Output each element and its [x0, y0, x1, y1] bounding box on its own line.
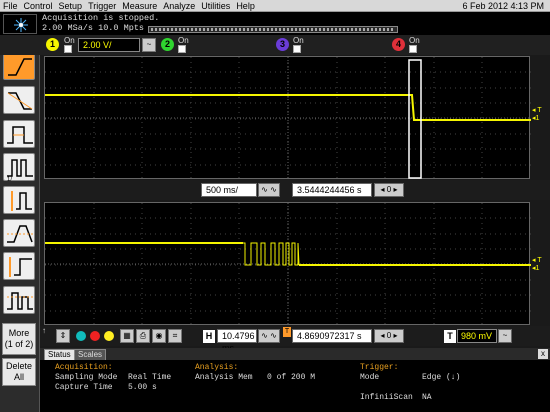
zoom-position-spinner[interactable]: ◂ 0 ▸ — [374, 329, 404, 343]
channel-1-checkbox[interactable] — [64, 45, 72, 53]
acquisition-state: Acquisition is stopped. — [42, 13, 160, 23]
channel-2-state: On — [178, 36, 189, 45]
trigger-level-t: T — [444, 330, 456, 343]
zoom-timebase-scale[interactable]: 10.4796 ms — [217, 329, 257, 353]
record-icon[interactable] — [90, 331, 100, 341]
measure-icon[interactable]: ⌗ — [168, 329, 182, 343]
delete-label: Delete — [5, 361, 32, 371]
menu-file[interactable]: File — [0, 1, 21, 11]
timebase-position[interactable]: 3.5444244456 s — [292, 183, 372, 197]
channel-3-checkbox[interactable] — [293, 45, 301, 53]
channel-3-badge[interactable]: 3 — [276, 38, 289, 51]
oscilloscope-window: File Control Setup Trigger Measure Analy… — [0, 0, 550, 412]
channel-3-state: On — [293, 36, 304, 45]
channel-2-badge[interactable]: 2 — [161, 38, 174, 51]
edge-falling-icon[interactable] — [3, 86, 35, 114]
yellow-marker-icon[interactable] — [104, 331, 114, 341]
camera-icon[interactable]: ◉ — [152, 329, 166, 343]
tab-scales[interactable]: Scales — [74, 349, 107, 360]
channel-1-zoom-burst — [243, 242, 300, 266]
arrow-up-icon[interactable]: ↑ — [42, 326, 46, 335]
sampling-mode-label: Sampling Mode — [55, 373, 118, 382]
capture-time-label: Capture Time — [55, 383, 113, 392]
channel-4-state: On — [409, 36, 420, 45]
analysis-header: Analysis: — [195, 363, 239, 372]
zoom-waveform-grid[interactable] — [44, 202, 531, 326]
capture-time-value: 5.00 s — [128, 383, 157, 392]
trigger-level-marker: ◂ T — [532, 107, 542, 114]
channel-2-checkbox[interactable] — [178, 45, 186, 53]
trigger-mode-label: Mode — [360, 373, 380, 382]
setup-hold-icon[interactable] — [3, 219, 35, 247]
analysis-mem-label: Analysis Mem — [195, 373, 253, 382]
up-down-icon[interactable]: ⇕ — [56, 329, 70, 343]
pulse-width-icon[interactable] — [3, 120, 35, 148]
trigger-level-value[interactable]: 980 mV — [457, 329, 497, 343]
runt-icon[interactable] — [3, 186, 35, 214]
main-waveform-grid[interactable] — [44, 56, 531, 180]
analysis-mem-value: 0 of 200 M — [267, 373, 316, 382]
zoom-ground-marker: ◂1 — [532, 265, 540, 272]
trigger-mode-value: Edge (↓) — [422, 373, 461, 382]
zoom-scale-spinner[interactable]: ∿ ∿ — [258, 329, 280, 343]
grid-icon[interactable]: ▦ — [120, 329, 134, 343]
horizontal-marker-h: H — [203, 330, 215, 343]
channel-1-scale-spinner[interactable]: ~ — [142, 38, 156, 52]
datetime: 6 Feb 2012 4:13 PM — [462, 0, 544, 11]
info-tabs — [40, 348, 550, 360]
infiniiscan-value: NA — [422, 393, 432, 402]
window-icon[interactable] — [3, 286, 35, 314]
delete-all-button[interactable]: Delete All — [2, 358, 36, 386]
status-panel: Acquisition: Sampling Mode Real Time Cap… — [40, 360, 550, 412]
more-page-label: (1 of 2) — [4, 339, 34, 349]
menu-control[interactable]: Control — [21, 1, 56, 11]
close-icon[interactable]: x — [538, 349, 548, 359]
trigger-level-spinner[interactable]: ~ — [498, 329, 512, 343]
agilent-logo-icon — [3, 14, 37, 34]
timebase-scale-spinner[interactable]: ∿ ∿ — [258, 183, 280, 197]
trigger-position-icon: T — [283, 327, 291, 337]
acquisition-header: Acquisition: — [55, 363, 113, 372]
timebase-position-spinner[interactable]: ◂ 0 ▸ — [374, 183, 404, 197]
channel-1-scale[interactable]: 2.00 V/ — [78, 38, 140, 52]
menu-utilities[interactable]: Utilities — [198, 1, 233, 11]
menu-analyze[interactable]: Analyze — [160, 1, 198, 11]
zoom-timebase-position[interactable]: 4.8690972317 s — [292, 329, 372, 343]
channel-4-badge[interactable]: 4 — [392, 38, 405, 51]
trigger-header: Trigger: — [360, 363, 399, 372]
tab-status[interactable]: Status — [44, 349, 75, 360]
more-button[interactable]: More (1 of 2) — [2, 323, 36, 355]
infiniiscan-label: InfiniiScan — [360, 393, 413, 402]
svg-text:1/: 1/ — [7, 177, 12, 182]
more-label: More — [8, 328, 30, 338]
edge-rising-icon[interactable] — [3, 52, 35, 80]
channel-1-ground-marker: ◂1 — [532, 115, 540, 122]
menu-measure[interactable]: Measure — [119, 1, 160, 11]
menu-trigger[interactable]: Trigger — [85, 1, 119, 11]
cyan-marker-icon[interactable] — [76, 331, 86, 341]
print-icon[interactable]: ⎙ — [136, 329, 150, 343]
glitch-icon[interactable]: 1/ — [3, 153, 35, 182]
menu-bar: File Control Setup Trigger Measure Analy… — [0, 0, 550, 12]
delete-all-label: All — [13, 372, 24, 382]
channel-1-state: On — [64, 36, 75, 45]
channel-4-checkbox[interactable] — [409, 45, 417, 53]
menu-setup[interactable]: Setup — [56, 1, 86, 11]
zoom-trigger-level-marker: ◂ T — [532, 257, 542, 264]
channel-1-badge[interactable]: 1 — [46, 38, 59, 51]
timeout-icon[interactable] — [3, 252, 35, 280]
sampling-mode-value: Real Time — [128, 373, 172, 382]
waveform-navigator[interactable] — [148, 26, 398, 33]
menu-help[interactable]: Help — [233, 1, 258, 11]
timebase-scale[interactable]: 500 ms/ — [201, 183, 257, 197]
